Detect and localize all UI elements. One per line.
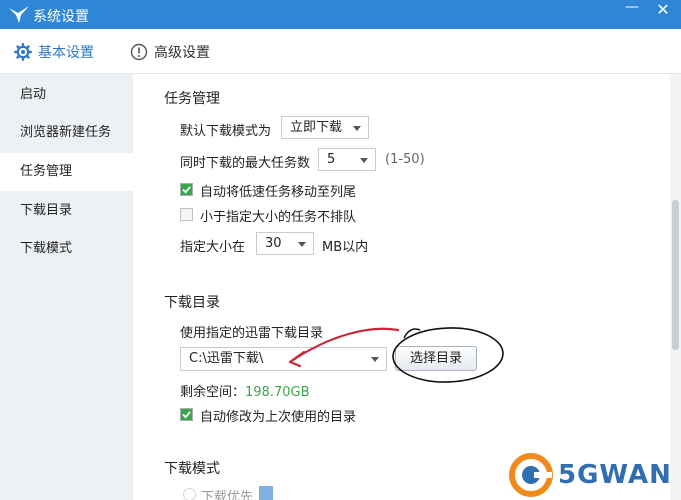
auto-move-checkbox[interactable]: [180, 183, 193, 196]
help-icon[interactable]: [259, 486, 273, 500]
sidebar-item-download-mode[interactable]: 下载模式: [0, 230, 133, 268]
max-tasks-range: (1-50): [385, 152, 425, 167]
title-bar: 系统设置 — ✕: [0, 0, 681, 29]
chevron-down-icon: [359, 149, 369, 170]
close-button[interactable]: ✕: [652, 0, 674, 22]
thunder-bird-logo-icon: [9, 6, 29, 23]
download-path-value: C:\迅雷下载\: [189, 351, 264, 366]
gear-icon: [14, 43, 32, 61]
scrollbar-thumb[interactable]: [672, 200, 679, 350]
watermark-logo-icon: [509, 453, 553, 497]
info-circle-icon: [130, 43, 148, 61]
chevron-down-icon: [297, 233, 307, 254]
auto-modify-checkbox[interactable]: [180, 408, 193, 421]
section-title-download-mode: 下载模式: [164, 461, 220, 477]
section-title-task-management: 任务管理: [164, 91, 220, 107]
watermark-text: 5GWAN: [558, 460, 672, 490]
tab-bar: 基本设置 高级设置: [0, 29, 681, 74]
tab-advanced-settings-label: 高级设置: [154, 45, 210, 61]
sidebar-item-task-management[interactable]: 任务管理: [0, 153, 133, 191]
sidebar-item-download-directory[interactable]: 下载目录: [0, 192, 133, 230]
default-mode-select[interactable]: 立即下载: [281, 116, 369, 139]
free-space-value: 198.70GB: [245, 385, 310, 400]
default-mode-label: 默认下载模式为: [180, 124, 272, 139]
checkmark-icon: [181, 409, 192, 420]
no-queue-checkbox[interactable]: [180, 208, 193, 221]
settings-sidebar: 启动 浏览器新建任务 任务管理 下载目录 下载模式: [0, 74, 133, 500]
checkmark-icon: [181, 184, 192, 195]
auto-move-label: 自动将低速任务移动至列尾: [200, 185, 357, 200]
site-watermark: 5GWAN: [508, 452, 672, 498]
sidebar-item-browser-new-task[interactable]: 浏览器新建任务: [0, 114, 133, 152]
window-title: 系统设置: [33, 9, 89, 25]
max-tasks-value: 5: [327, 152, 336, 167]
free-space-label: 剩余空间：: [180, 385, 246, 400]
choose-directory-button[interactable]: 选择目录: [395, 346, 477, 371]
auto-modify-label: 自动修改为上次使用的目录: [200, 410, 357, 425]
size-value: 30: [265, 236, 282, 251]
default-mode-value: 立即下载: [290, 120, 343, 135]
chevron-down-icon: [352, 117, 362, 138]
settings-content: 任务管理 默认下载模式为 立即下载 同时下载的最大任务数 5 (1-50) 自动…: [133, 74, 670, 500]
download-path-input[interactable]: C:\迅雷下载\: [180, 347, 387, 371]
size-unit: MB以内: [322, 240, 369, 255]
tab-basic-settings-label: 基本设置: [38, 45, 94, 61]
max-tasks-label: 同时下载的最大任务数: [180, 156, 311, 171]
download-priority-radio[interactable]: [183, 488, 196, 500]
size-label: 指定大小在: [180, 240, 246, 255]
free-space-row: 剩余空间：198.70GB: [180, 381, 310, 400]
use-directory-label: 使用指定的迅雷下载目录: [180, 326, 324, 341]
section-title-download-directory: 下载目录: [164, 295, 220, 311]
no-queue-label: 小于指定大小的任务不排队: [200, 210, 357, 225]
chevron-down-icon: [370, 348, 380, 369]
minimize-button[interactable]: —: [620, 0, 644, 22]
size-select[interactable]: 30: [256, 232, 314, 255]
download-priority-label: 下载优先: [201, 490, 254, 500]
max-tasks-select[interactable]: 5: [318, 148, 376, 171]
tab-advanced-settings[interactable]: 高级设置: [130, 41, 210, 63]
tab-basic-settings[interactable]: 基本设置: [14, 41, 94, 63]
sidebar-item-startup[interactable]: 启动: [0, 76, 133, 114]
